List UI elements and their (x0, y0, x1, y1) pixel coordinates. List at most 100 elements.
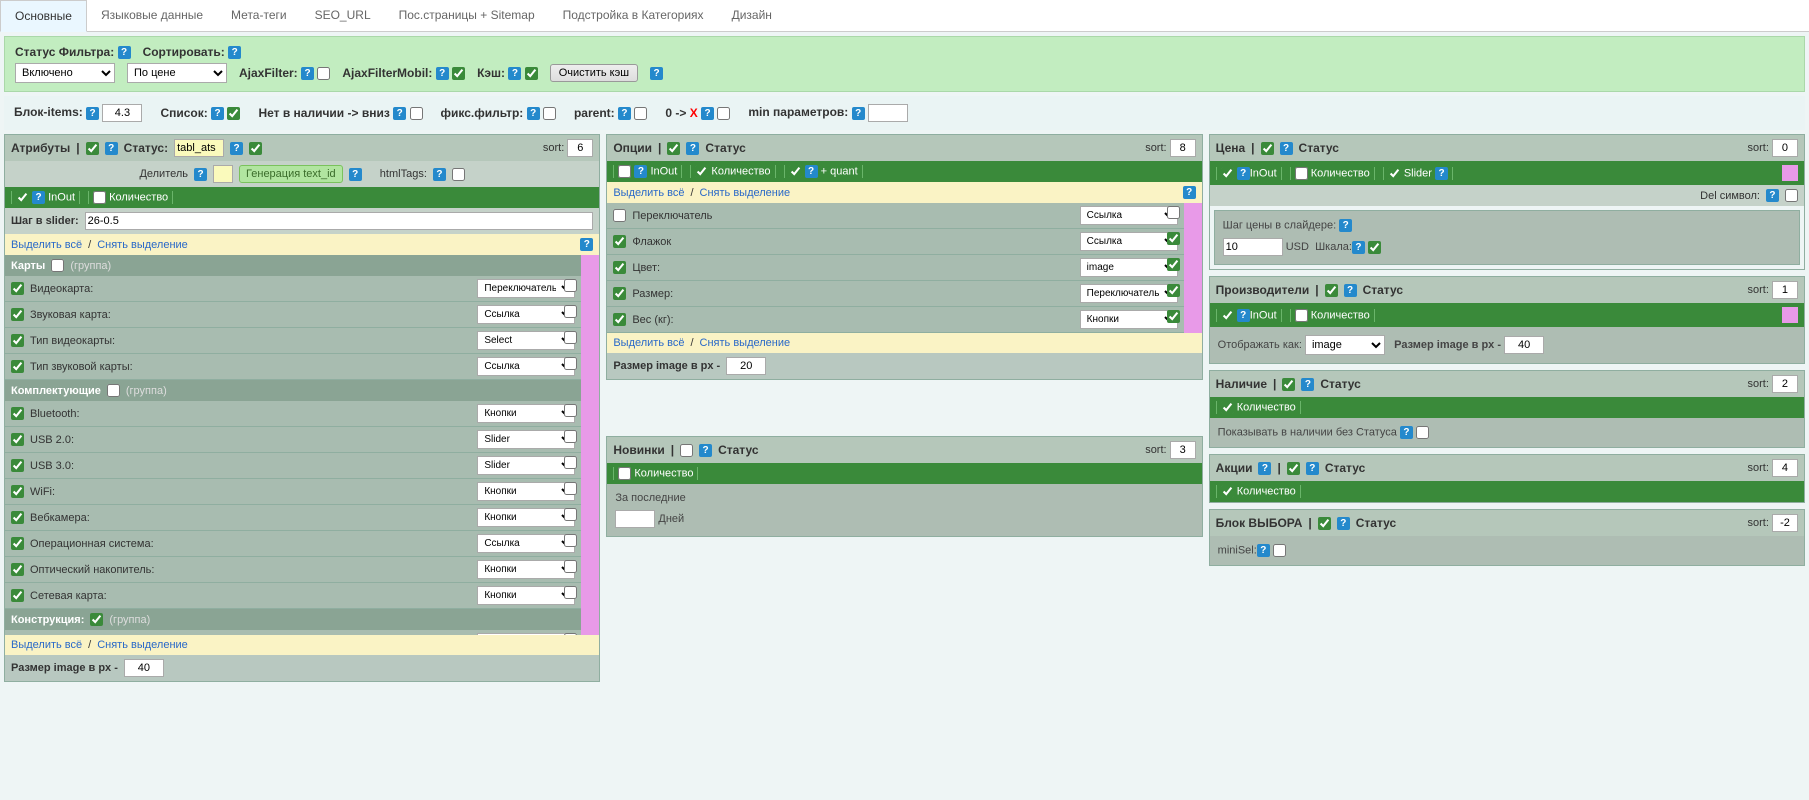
help-icon[interactable]: ? (1344, 284, 1357, 297)
promo-sort-input[interactable] (1772, 459, 1798, 477)
opt-inout-checkbox[interactable] (618, 165, 631, 178)
opt-quant-checkbox[interactable] (789, 165, 802, 178)
row-checkbox[interactable] (11, 360, 24, 373)
tab-design[interactable]: Дизайн (718, 0, 786, 31)
attr-status2-checkbox[interactable] (249, 142, 262, 155)
row-checkbox[interactable] (11, 433, 24, 446)
help-icon[interactable]: ? (433, 168, 446, 181)
promo-qty-checkbox[interactable] (1221, 485, 1234, 498)
ajax-checkbox[interactable] (317, 67, 330, 80)
novelty-sort-input[interactable] (1170, 441, 1196, 459)
row-checkbox[interactable] (11, 589, 24, 602)
row-type-select[interactable]: Ссылка (1080, 206, 1178, 225)
avail-status-checkbox[interactable] (1282, 378, 1295, 391)
row-checkbox[interactable] (613, 261, 626, 274)
selectall-link[interactable]: Выделить всё (11, 639, 82, 651)
nostatus-checkbox[interactable] (1416, 426, 1429, 439)
opt-status-checkbox[interactable] (667, 142, 680, 155)
help-icon[interactable]: ? (436, 67, 449, 80)
show-select[interactable]: image (1305, 335, 1385, 355)
block-sort-input[interactable] (1772, 514, 1798, 532)
scale-checkbox[interactable] (1368, 241, 1381, 254)
help-icon[interactable]: ? (1352, 241, 1365, 254)
row-side-checkbox[interactable] (564, 404, 577, 417)
pink-sidebar[interactable] (1184, 203, 1202, 333)
row-side-checkbox[interactable] (564, 508, 577, 521)
imgsize-input[interactable] (726, 357, 766, 375)
deselect-link[interactable]: Снять выделение (700, 187, 791, 199)
attr-sort-input[interactable] (567, 139, 593, 157)
row-checkbox[interactable] (11, 282, 24, 295)
clearcache-button[interactable]: Очистить кэш (550, 64, 638, 82)
help-icon[interactable]: ? (1257, 544, 1270, 557)
row-type-select[interactable]: Кнопки (477, 508, 575, 527)
help-icon[interactable]: ? (301, 67, 314, 80)
fixedfilter-checkbox[interactable] (543, 107, 556, 120)
row-side-checkbox[interactable] (1167, 258, 1180, 271)
help-icon[interactable]: ? (1400, 426, 1413, 439)
row-type-select[interactable]: Ссылка (477, 357, 575, 376)
pricestep-input[interactable] (1223, 238, 1283, 256)
row-type-select[interactable]: Переключатель (1080, 284, 1178, 303)
blockitems-input[interactable] (102, 104, 142, 122)
row-type-select[interactable]: Slider (477, 456, 575, 475)
help-icon[interactable]: ? (634, 165, 647, 178)
row-side-checkbox[interactable] (564, 279, 577, 292)
opt-sort-input[interactable] (1170, 139, 1196, 157)
row-side-checkbox[interactable] (564, 331, 577, 344)
row-type-select[interactable]: Ссылка (1080, 232, 1178, 251)
help-icon[interactable]: ? (1435, 167, 1448, 180)
row-type-select[interactable]: Slider (477, 430, 575, 449)
help-icon[interactable]: ? (852, 107, 865, 120)
row-type-select[interactable]: Кнопки (477, 560, 575, 579)
price-inout-checkbox[interactable] (1221, 167, 1234, 180)
row-side-checkbox[interactable] (564, 305, 577, 318)
avail-sort-input[interactable] (1772, 375, 1798, 393)
row-side-checkbox[interactable] (1167, 206, 1180, 219)
price-status-checkbox[interactable] (1261, 142, 1274, 155)
help-icon[interactable]: ? (1237, 309, 1250, 322)
help-icon[interactable]: ? (1306, 462, 1319, 475)
help-icon[interactable]: ? (1280, 142, 1293, 155)
help-icon[interactable]: ? (211, 107, 224, 120)
row-checkbox[interactable] (11, 334, 24, 347)
help-icon[interactable]: ? (32, 191, 45, 204)
price-slider-checkbox[interactable] (1388, 167, 1401, 180)
row-checkbox[interactable] (613, 287, 626, 300)
notavail-checkbox[interactable] (410, 107, 423, 120)
cache-checkbox[interactable] (525, 67, 538, 80)
row-side-checkbox[interactable] (564, 482, 577, 495)
row-type-select[interactable]: Кнопки (477, 404, 575, 423)
row-type-select[interactable]: Ссылка (477, 534, 575, 553)
imgsize-input[interactable] (1504, 336, 1544, 354)
help-icon[interactable]: ? (508, 67, 521, 80)
minparam-input[interactable] (868, 104, 908, 122)
pink-toggle[interactable] (1782, 165, 1798, 181)
avail-qty-checkbox[interactable] (1221, 401, 1234, 414)
attr-inout-checkbox[interactable] (16, 191, 29, 204)
attr-status-input[interactable] (174, 139, 224, 157)
help-icon[interactable]: ? (1301, 378, 1314, 391)
pink-sidebar[interactable] (581, 255, 599, 635)
row-checkbox[interactable] (613, 209, 626, 222)
htmltags-checkbox[interactable] (452, 168, 465, 181)
delsym-checkbox[interactable] (1785, 189, 1798, 202)
manuf-status-checkbox[interactable] (1325, 284, 1338, 297)
help-icon[interactable]: ? (393, 107, 406, 120)
row-side-checkbox[interactable] (564, 430, 577, 443)
help-icon[interactable]: ? (1337, 517, 1350, 530)
block-status-checkbox[interactable] (1318, 517, 1331, 530)
help-icon[interactable]: ? (228, 46, 241, 59)
selectall-link[interactable]: Выделить всё (613, 337, 684, 349)
deselect-link[interactable]: Снять выделение (97, 639, 188, 651)
novelty-qty-checkbox[interactable] (618, 467, 631, 480)
help-icon[interactable]: ? (580, 238, 593, 251)
selectall-link[interactable]: Выделить всё (11, 239, 82, 251)
price-qty-checkbox[interactable] (1295, 167, 1308, 180)
row-checkbox[interactable] (11, 308, 24, 321)
group-checkbox[interactable] (51, 259, 64, 272)
group-checkbox[interactable] (90, 613, 103, 626)
minisel-checkbox[interactable] (1273, 544, 1286, 557)
help-icon[interactable]: ? (1183, 186, 1196, 199)
help-icon[interactable]: ? (194, 168, 207, 181)
